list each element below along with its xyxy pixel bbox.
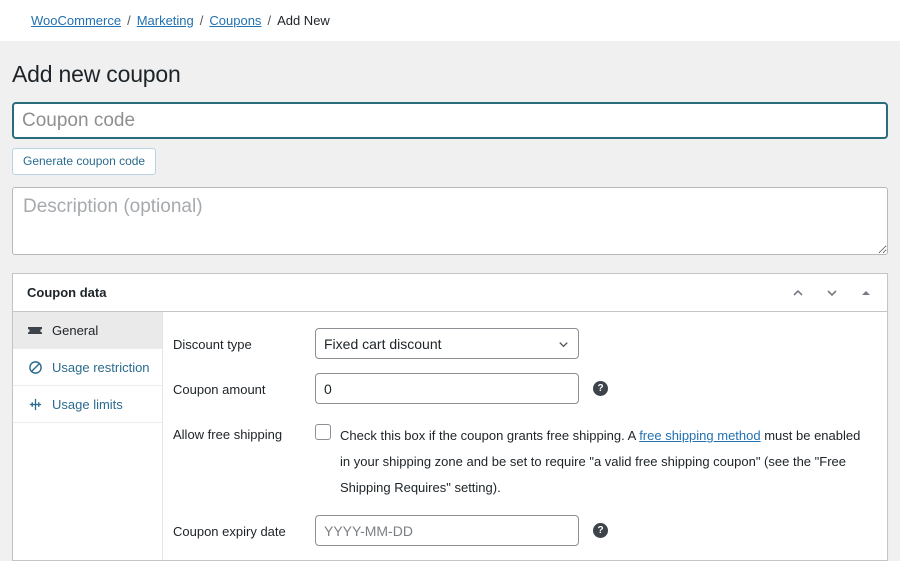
coupon-data-tabs: General Usage restriction Usage limits xyxy=(13,312,163,561)
panel-title: Coupon data xyxy=(27,285,107,301)
panel-actions xyxy=(789,284,875,302)
help-icon[interactable]: ? xyxy=(593,381,608,397)
tab-usage-restriction-label: Usage restriction xyxy=(52,359,150,375)
ticket-icon xyxy=(27,322,43,338)
breadcrumb-item-current: Add New xyxy=(277,13,330,28)
breadcrumb: WooCommerce / Marketing / Coupons / Add … xyxy=(0,0,900,41)
coupon-expiry-date-input[interactable] xyxy=(315,515,579,547)
allow-free-shipping-description: Check this box if the coupon grants free… xyxy=(340,423,870,501)
page-title: Add new coupon xyxy=(12,61,181,87)
coupon-expiry-date-label: Coupon expiry date xyxy=(173,524,286,540)
free-shipping-text-before: Check this box if the coupon grants free… xyxy=(340,428,640,444)
coupon-amount-label: Coupon amount xyxy=(173,382,266,398)
coupon-code-input[interactable] xyxy=(12,102,888,139)
panel-header: Coupon data xyxy=(13,274,887,313)
crosshair-icon xyxy=(27,396,43,412)
breadcrumb-item-woocommerce[interactable]: WooCommerce xyxy=(31,13,121,28)
free-shipping-method-link[interactable]: free shipping method xyxy=(639,428,760,443)
block-icon xyxy=(27,359,43,375)
discount-type-select[interactable]: Fixed cart discount xyxy=(315,328,579,360)
tab-usage-limits[interactable]: Usage limits xyxy=(13,386,162,424)
field-row-discount-type: Discount type Fixed cart discount xyxy=(163,328,887,360)
coupon-amount-input[interactable] xyxy=(315,373,579,405)
allow-free-shipping-label: Allow free shipping xyxy=(173,427,283,443)
panel-body: General Usage restriction Usage limits D… xyxy=(13,312,887,561)
toggle-panel-icon[interactable] xyxy=(857,284,875,302)
coupon-general-fields: Discount type Fixed cart discount Coupon… xyxy=(163,312,887,560)
breadcrumb-item-coupons[interactable]: Coupons xyxy=(209,13,261,28)
breadcrumb-separator: / xyxy=(127,13,131,28)
coupon-data-panel: Coupon data General Usage restriction Us… xyxy=(12,273,888,561)
generate-coupon-code-button[interactable]: Generate coupon code xyxy=(12,148,157,176)
field-row-allow-free-shipping: Allow free shipping Check this box if th… xyxy=(163,418,887,501)
description-textarea[interactable] xyxy=(12,187,888,256)
discount-type-label: Discount type xyxy=(173,337,252,353)
tab-general-label: General xyxy=(52,322,99,338)
help-icon[interactable]: ? xyxy=(593,523,608,539)
breadcrumb-separator: / xyxy=(199,13,204,28)
move-down-icon[interactable] xyxy=(823,284,841,302)
move-up-icon[interactable] xyxy=(789,284,807,302)
tab-general[interactable]: General xyxy=(13,312,162,350)
field-row-coupon-expiry-date: Coupon expiry date ? xyxy=(163,515,887,547)
tab-usage-limits-label: Usage limits xyxy=(52,396,123,412)
field-row-coupon-amount: Coupon amount ? xyxy=(163,373,887,405)
allow-free-shipping-checkbox[interactable] xyxy=(315,424,331,441)
breadcrumb-item-marketing[interactable]: Marketing xyxy=(137,13,194,28)
breadcrumb-separator: / xyxy=(267,13,272,28)
tab-usage-restriction[interactable]: Usage restriction xyxy=(13,349,162,387)
